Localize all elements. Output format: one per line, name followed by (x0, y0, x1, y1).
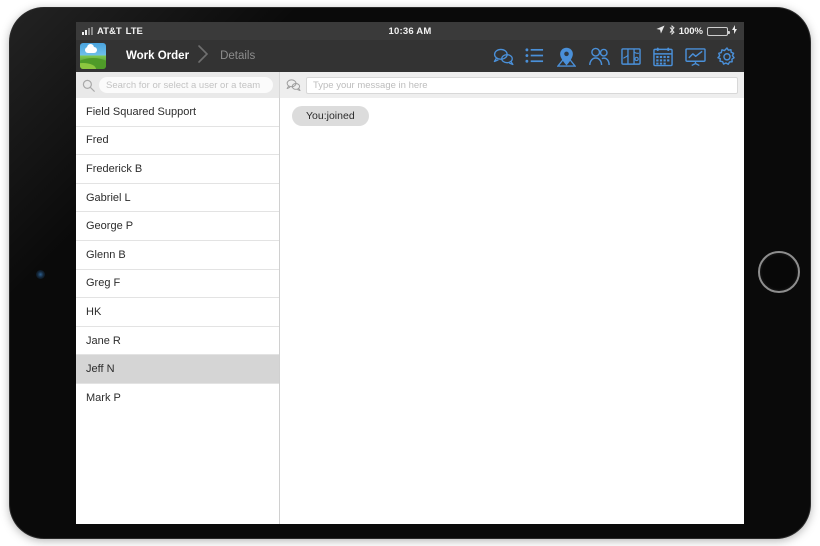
search-icon (82, 79, 95, 92)
battery-icon (707, 27, 728, 36)
list-item[interactable]: Gabriel L (76, 184, 279, 213)
ios-status-bar: AT&T LTE 10:36 AM 100% (76, 22, 744, 40)
status-bar-right: 100% (656, 25, 737, 38)
map-pin-icon[interactable] (557, 47, 576, 66)
list-item-selected[interactable]: Jeff N (76, 355, 279, 384)
map-icon[interactable] (621, 47, 640, 66)
app-nav-bar: Work Order Details (76, 40, 744, 72)
charging-bolt-icon (732, 25, 737, 37)
list-item-label: Glenn B (86, 249, 126, 261)
list-item-label: Fred (86, 134, 109, 146)
list-item-label: HK (86, 306, 101, 318)
search-input[interactable] (99, 77, 273, 93)
toolbar-row (76, 72, 744, 98)
breadcrumb-item-details[interactable]: Details (210, 50, 263, 62)
chat-message-bubble: You:joined (292, 106, 369, 126)
list-item-label: Gabriel L (86, 192, 131, 204)
list-item-label: George P (86, 220, 133, 232)
logo-arrow-separator (106, 40, 116, 72)
list-item-label: Jeff N (86, 363, 115, 375)
list-item-label: Field Squared Support (86, 106, 196, 118)
ipad-device-frame: AT&T LTE 10:36 AM 100% (10, 8, 810, 538)
presentation-chart-icon[interactable] (685, 47, 704, 66)
chat-message-pane: You:joined (280, 98, 744, 524)
chat-icon (286, 78, 301, 92)
people-icon[interactable] (589, 47, 608, 66)
list-item[interactable]: Mark P (76, 384, 279, 413)
list-item-label: Greg F (86, 277, 120, 289)
list-item[interactable]: HK (76, 298, 279, 327)
list-icon[interactable] (525, 47, 544, 66)
list-item-label: Frederick B (86, 163, 142, 175)
list-item[interactable]: Jane R (76, 327, 279, 356)
front-camera-icon (36, 270, 45, 279)
field-squared-logo[interactable] (80, 43, 106, 69)
main-body: Field Squared Support Fred Frederick B G… (76, 98, 744, 524)
gear-icon[interactable] (717, 47, 736, 66)
breadcrumb: Work Order Details (116, 44, 263, 69)
breadcrumb-item-work-order[interactable]: Work Order (116, 50, 197, 62)
list-item[interactable]: Glenn B (76, 241, 279, 270)
chat-icon[interactable] (493, 47, 512, 66)
list-item[interactable]: Frederick B (76, 155, 279, 184)
calendar-icon[interactable] (653, 47, 672, 66)
list-item[interactable]: Greg F (76, 270, 279, 299)
chat-message-text: You:joined (306, 110, 355, 122)
list-item[interactable]: Fred (76, 127, 279, 156)
list-item-label: Mark P (86, 392, 121, 404)
list-item[interactable]: Field Squared Support (76, 98, 279, 127)
nav-icon-bar (493, 40, 736, 72)
device-screen: AT&T LTE 10:36 AM 100% (76, 22, 744, 524)
list-item[interactable]: George P (76, 212, 279, 241)
message-compose-bar (280, 72, 744, 98)
chevron-right-icon (197, 44, 210, 69)
location-arrow-icon (656, 25, 665, 37)
list-item-label: Jane R (86, 335, 121, 347)
message-input[interactable] (306, 77, 738, 94)
clock-label: 10:36 AM (76, 26, 744, 37)
home-button[interactable] (758, 251, 800, 293)
search-bar (76, 72, 280, 98)
bluetooth-icon (669, 25, 675, 38)
battery-percent-label: 100% (679, 26, 703, 37)
user-list[interactable]: Field Squared Support Fred Frederick B G… (76, 98, 280, 524)
